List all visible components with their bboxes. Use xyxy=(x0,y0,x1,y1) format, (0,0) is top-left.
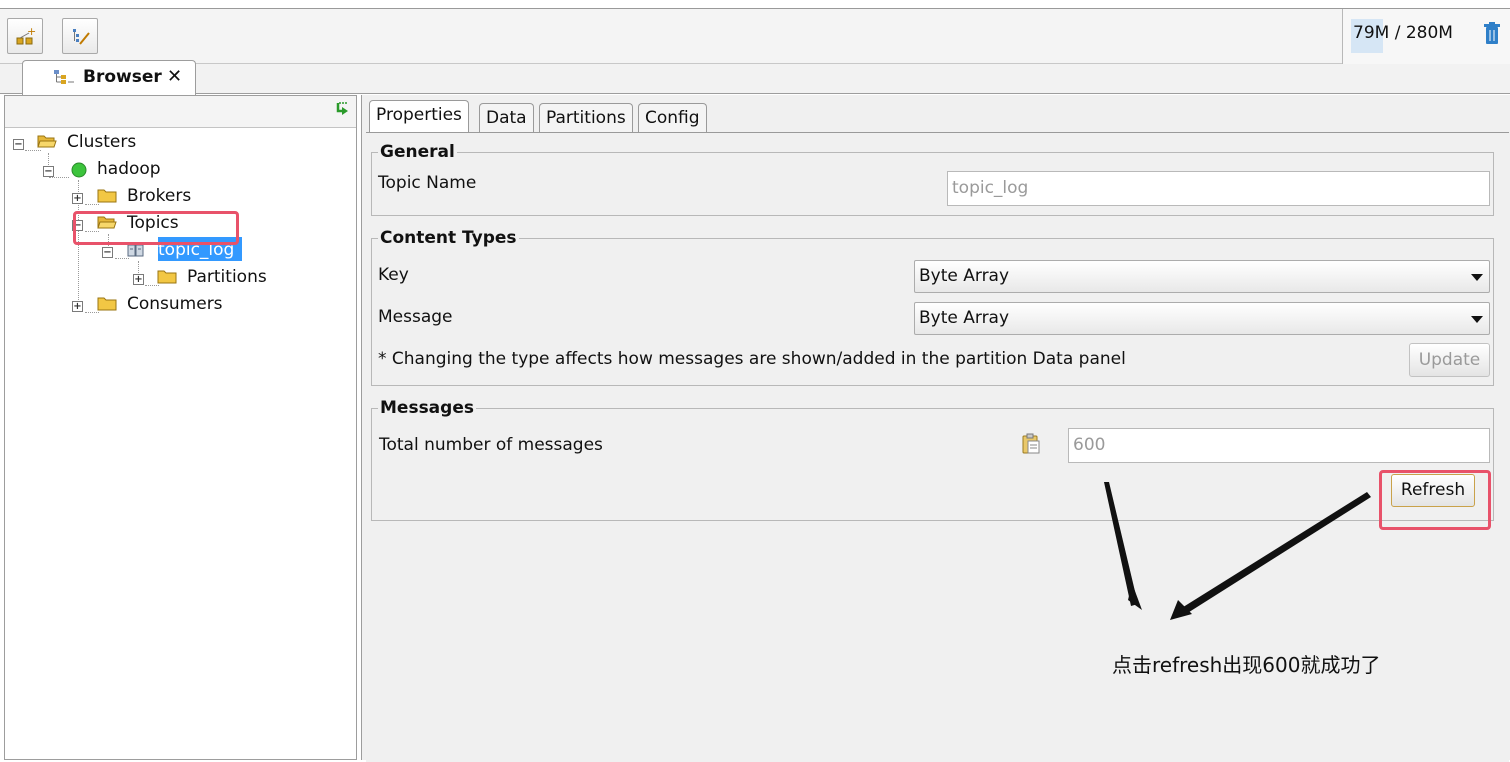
annotation-arrow-to-refresh xyxy=(1180,492,1371,614)
annotation-arrows xyxy=(1104,482,1371,620)
annotation-text: 点击refresh出现600就成功了 xyxy=(1112,653,1381,677)
